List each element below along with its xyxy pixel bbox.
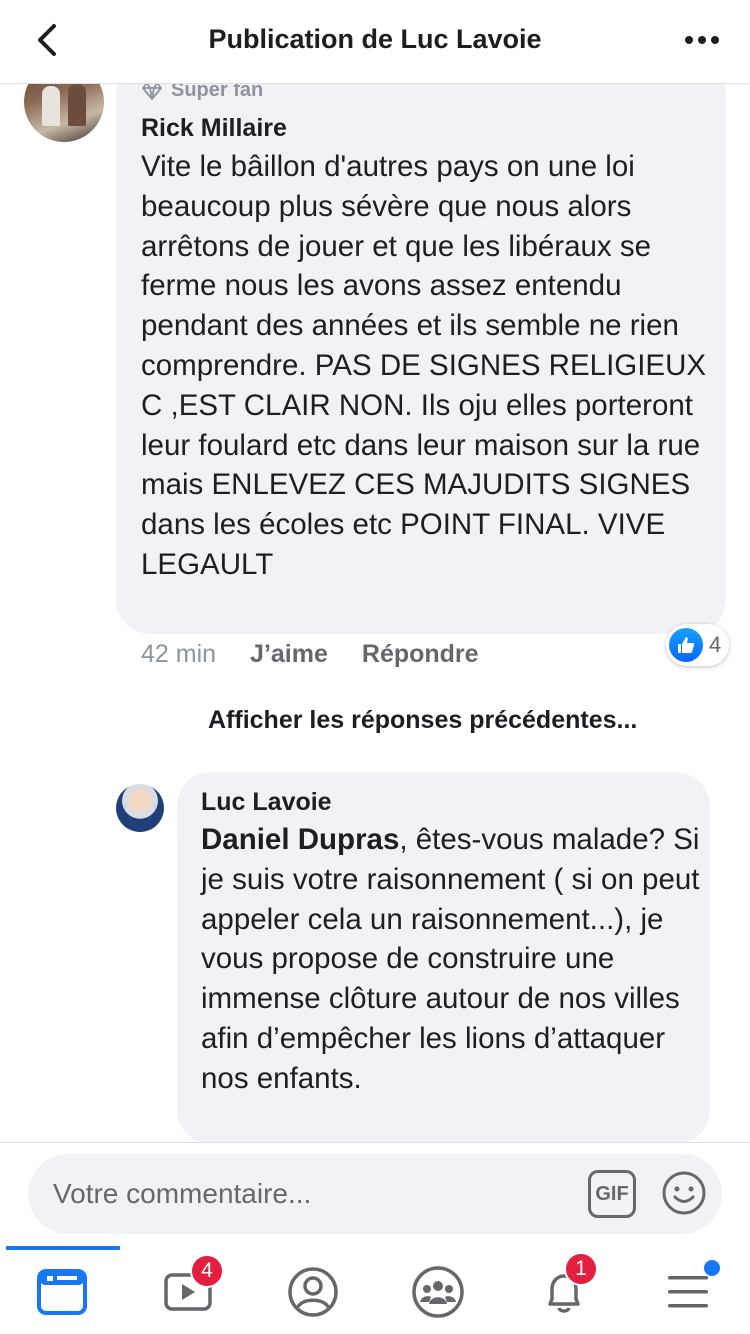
comment-author[interactable]: Rick Millaire — [141, 114, 287, 143]
comment-input[interactable] — [53, 1172, 573, 1216]
more-horizontal-icon — [685, 36, 693, 44]
avatar-figure — [68, 84, 86, 126]
mention-link[interactable]: Daniel Dupras — [201, 823, 399, 856]
tab-groups[interactable] — [410, 1264, 466, 1320]
tab-profile[interactable] — [285, 1264, 341, 1320]
reply-text: Daniel Dupras, êtes-vous malade? Si je s… — [201, 820, 701, 1099]
groups-icon — [412, 1266, 464, 1318]
reaction-summary[interactable]: 4 — [666, 624, 730, 666]
like-button[interactable]: J’aime — [250, 640, 328, 669]
top-nav-bar: Publication de Luc Lavoie — [0, 0, 750, 84]
tab-menu[interactable] — [660, 1260, 720, 1320]
view-previous-replies-link[interactable]: Afficher les réponses précédentes... — [208, 706, 637, 735]
reply-body: , êtes-vous malade? Si je suis votre rai… — [201, 823, 700, 1095]
more-options-button[interactable] — [680, 22, 724, 58]
comment-text: Vite le bâillon d'autres pays on une loi… — [141, 150, 707, 581]
smiley-icon — [662, 1171, 706, 1215]
avatar[interactable] — [116, 784, 164, 832]
tab-notifications[interactable]: 1 — [536, 1252, 598, 1320]
gif-button[interactable]: GIF — [588, 1170, 636, 1218]
news-feed-icon — [37, 1269, 87, 1315]
reply-button[interactable]: Répondre — [362, 640, 479, 669]
gif-label: GIF — [595, 1182, 629, 1205]
tab-watch[interactable]: 4 — [160, 1254, 224, 1320]
notifications-badge: 1 — [564, 1252, 598, 1286]
profile-icon — [288, 1267, 338, 1317]
emoji-button[interactable] — [661, 1170, 707, 1216]
reaction-count: 4 — [709, 632, 722, 657]
tab-news-feed[interactable] — [34, 1264, 90, 1320]
menu-notification-dot — [704, 1260, 720, 1276]
more-horizontal-icon-dot — [711, 36, 719, 44]
comment-actions: 42 min J’aime Répondre — [141, 640, 479, 669]
comment-composer: GIF — [28, 1154, 722, 1234]
more-horizontal-icon-dot — [698, 36, 706, 44]
comment-time: 42 min — [141, 640, 217, 668]
page-title: Publication de Luc Lavoie — [208, 24, 542, 54]
reply-author[interactable]: Luc Lavoie — [201, 788, 332, 817]
avatar-figure — [42, 86, 60, 126]
diamond-icon — [142, 81, 162, 100]
menu-icon — [668, 1276, 708, 1308]
bottom-tab-bar: 4 1 — [0, 1246, 750, 1334]
video-badge: 4 — [190, 1254, 224, 1288]
active-tab-indicator — [6, 1246, 120, 1250]
thumbs-up-icon — [669, 628, 703, 662]
